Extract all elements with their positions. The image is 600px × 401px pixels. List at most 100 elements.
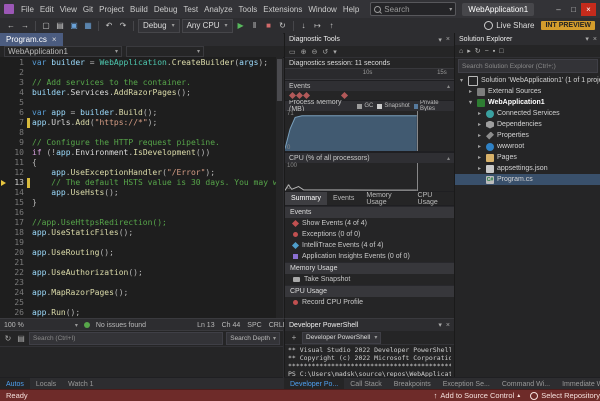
menu-item-file[interactable]: File: [18, 4, 37, 15]
terminal-profile-dropdown[interactable]: Developer PowerShell▾: [302, 332, 381, 344]
code-line[interactable]: 15}: [0, 198, 283, 208]
stop-debugging-button[interactable]: ■: [263, 21, 275, 30]
code-line[interactable]: 20app.UseRouting();: [0, 248, 283, 258]
tree-item-properties[interactable]: ▸Properties: [455, 130, 600, 141]
step-into-icon[interactable]: ↓: [298, 21, 310, 30]
breakpoint-margin[interactable]: [0, 288, 8, 298]
record-cpu-profile-button[interactable]: Record CPU Profile: [285, 297, 454, 308]
menu-item-build[interactable]: Build: [127, 4, 151, 15]
health-status[interactable]: No issues found: [96, 322, 146, 329]
cpu-chart[interactable]: 100 0: [285, 163, 454, 192]
memory-chart[interactable]: 71 0: [285, 111, 454, 152]
timeline-ruler[interactable]: 10s15s: [285, 68, 454, 80]
menu-item-tools[interactable]: Tools: [236, 4, 261, 15]
summary-row-show-events[interactable]: Show Events (4 of 4): [285, 218, 454, 229]
code-editor[interactable]: 1var builder = WebApplication.CreateBuil…: [0, 57, 283, 319]
code-line[interactable]: 7app.Urls.Add("https://*");: [0, 118, 283, 128]
spaces-indicator[interactable]: SPC: [247, 322, 261, 329]
breakpoint-margin[interactable]: [0, 78, 8, 88]
select-repository-button[interactable]: Select Repository ▴: [530, 391, 600, 400]
close-button[interactable]: ×: [581, 3, 596, 16]
code-line[interactable]: 23: [0, 278, 283, 288]
chevron-down-icon[interactable]: ▾: [458, 77, 465, 84]
breakpoint-margin[interactable]: [0, 278, 8, 288]
tree-item-dependencies[interactable]: ▸Dependencies: [455, 119, 600, 130]
editor-scrollbar[interactable]: [276, 57, 283, 318]
home-icon[interactable]: ⌂: [459, 48, 463, 55]
live-share-button[interactable]: Live Share: [484, 21, 534, 30]
breakpoint-margin[interactable]: [0, 218, 8, 228]
code-line[interactable]: 8: [0, 128, 283, 138]
chevron-right-icon[interactable]: ▸: [476, 121, 483, 128]
close-icon[interactable]: ×: [446, 36, 450, 43]
terminal-header[interactable]: Developer PowerShell ▾ ×: [285, 319, 454, 331]
navigate-back-icon[interactable]: ←: [5, 21, 17, 30]
memory-section-header[interactable]: Process Memory (MB) GCSnapshotPrivate By…: [285, 100, 454, 111]
diagnostic-tools-header[interactable]: Diagnostic Tools ▾ ×: [285, 33, 454, 46]
chevron-right-icon[interactable]: ▸: [476, 132, 483, 139]
chevron-down-icon[interactable]: ▾: [438, 321, 442, 329]
tree-item-connected-services[interactable]: ▸Connected Services: [455, 108, 600, 119]
breakpoint-margin[interactable]: [0, 108, 8, 118]
chevron-right-icon[interactable]: ▸: [467, 88, 474, 95]
menu-item-project[interactable]: Project: [96, 4, 127, 15]
tree-item-external-sources[interactable]: ▸External Sources: [455, 86, 600, 97]
menu-item-extensions[interactable]: Extensions: [260, 4, 305, 15]
code-line[interactable]: 18app.UseStaticFiles();: [0, 228, 283, 238]
open-file-icon[interactable]: ▤: [54, 21, 66, 30]
summary-row-exceptions[interactable]: Exceptions (0 of 0): [285, 229, 454, 240]
line-indicator[interactable]: Ln 13: [197, 322, 215, 329]
code-line[interactable]: 4builder.Services.AddRazorPages();: [0, 88, 283, 98]
code-line[interactable]: 24app.MapRazorPages();: [0, 288, 283, 298]
step-out-icon[interactable]: ↑: [326, 21, 338, 30]
current-line-marker[interactable]: [0, 178, 8, 188]
sync-with-active-document-icon[interactable]: ↻: [475, 47, 481, 55]
maximize-button[interactable]: □: [566, 3, 581, 16]
breakpoint-margin[interactable]: [0, 248, 8, 258]
breakpoint-margin[interactable]: [0, 68, 8, 78]
show-all-files-icon[interactable]: ▪: [493, 48, 495, 55]
code-line[interactable]: 5: [0, 98, 283, 108]
code-line[interactable]: 22app.UseAuthorization();: [0, 268, 283, 278]
breakpoint-margin[interactable]: [0, 298, 8, 308]
events-section-header[interactable]: Events ▴: [285, 80, 454, 91]
solution-explorer-search-input[interactable]: [458, 59, 598, 73]
menu-item-help[interactable]: Help: [340, 4, 362, 15]
columns-icon[interactable]: ▤: [16, 334, 26, 343]
tree-item-solution-webapplication1-1-of-1-project[interactable]: ▾Solution 'WebApplication1' (1 of 1 proj…: [455, 75, 600, 86]
events-track[interactable]: [285, 91, 454, 100]
zoom-level[interactable]: 100 %: [4, 322, 24, 329]
take-snapshot-button[interactable]: Take Snapshot: [285, 274, 454, 285]
chevron-right-icon[interactable]: ▸: [476, 165, 483, 172]
close-icon[interactable]: ×: [446, 322, 450, 329]
chevron-down-icon[interactable]: ▾: [438, 36, 442, 44]
code-line[interactable]: 11{: [0, 158, 283, 168]
diagnostics-tab-cpu-usage[interactable]: CPU Usage: [412, 192, 454, 205]
add-to-source-control-button[interactable]: ↑ Add to Source Control ▴: [434, 391, 521, 400]
code-line[interactable]: 19: [0, 238, 283, 248]
summary-row-app-insights[interactable]: Application Insights Events (0 of 0): [285, 251, 454, 262]
minimize-button[interactable]: –: [551, 3, 566, 16]
breakpoint-margin[interactable]: [0, 168, 8, 178]
undo-icon[interactable]: ↶: [103, 21, 115, 30]
diagnostics-tab-summary[interactable]: Summary: [285, 192, 327, 205]
save-all-icon[interactable]: ▦: [82, 21, 94, 30]
collapse-all-icon[interactable]: −: [485, 48, 489, 55]
code-line[interactable]: 12 app.UseExceptionHandler("/Error");: [0, 168, 283, 178]
tab-program-cs[interactable]: Program.cs ×: [0, 33, 63, 46]
diagnostics-tab-events[interactable]: Events: [327, 192, 360, 205]
breakpoint-margin[interactable]: [0, 228, 8, 238]
tree-item-pages[interactable]: ▸Pages: [455, 152, 600, 163]
breakpoint-margin[interactable]: [0, 208, 8, 218]
selection-tool-icon[interactable]: ▭: [289, 48, 296, 56]
breakpoint-margin[interactable]: [0, 198, 8, 208]
code-line[interactable]: 9// Configure the HTTP request pipeline.: [0, 138, 283, 148]
solution-platforms-dropdown[interactable]: Any CPU▾: [182, 19, 233, 33]
code-line[interactable]: 13 // The default HSTS value is 30 days.…: [0, 178, 283, 188]
menu-item-edit[interactable]: Edit: [37, 4, 57, 15]
terminal-output[interactable]: ** Visual Studio 2022 Developer PowerShe…: [285, 345, 454, 378]
code-line[interactable]: 10if (!app.Environment.IsDevelopment()): [0, 148, 283, 158]
code-line[interactable]: 1var builder = WebApplication.CreateBuil…: [0, 58, 283, 68]
close-tab-icon[interactable]: ×: [52, 35, 57, 44]
tree-item-appsettings-json[interactable]: ▸appsettings.json: [455, 163, 600, 174]
